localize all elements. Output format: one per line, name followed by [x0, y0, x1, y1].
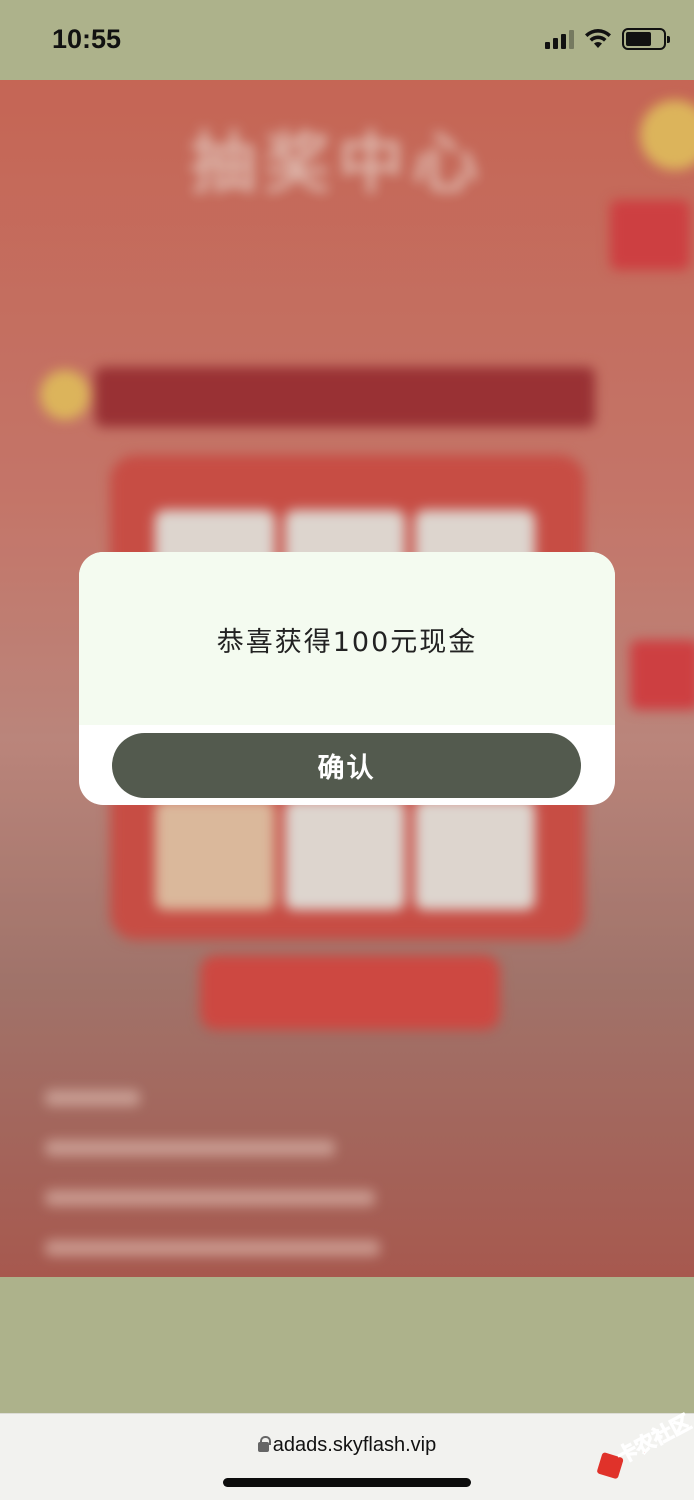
- wifi-icon: [585, 29, 611, 48]
- prize-dialog: 恭喜获得100元现金 确认: [79, 552, 615, 805]
- battery-icon: [622, 28, 670, 50]
- status-bar: 10:55: [0, 0, 694, 80]
- dialog-body: 恭喜获得100元现金: [79, 552, 615, 725]
- home-indicator[interactable]: [223, 1478, 471, 1487]
- lock-icon: [257, 1436, 271, 1452]
- watermark-text: 卡农社区: [612, 1409, 694, 1469]
- confirm-button[interactable]: 确认: [112, 733, 581, 798]
- cellular-signal-icon: [545, 29, 574, 49]
- dialog-message: 恭喜获得100元现金: [216, 627, 478, 658]
- url-text: adads.skyflash.vip: [272, 1434, 437, 1456]
- status-time: 10:55: [52, 24, 122, 54]
- status-icons: [545, 28, 670, 50]
